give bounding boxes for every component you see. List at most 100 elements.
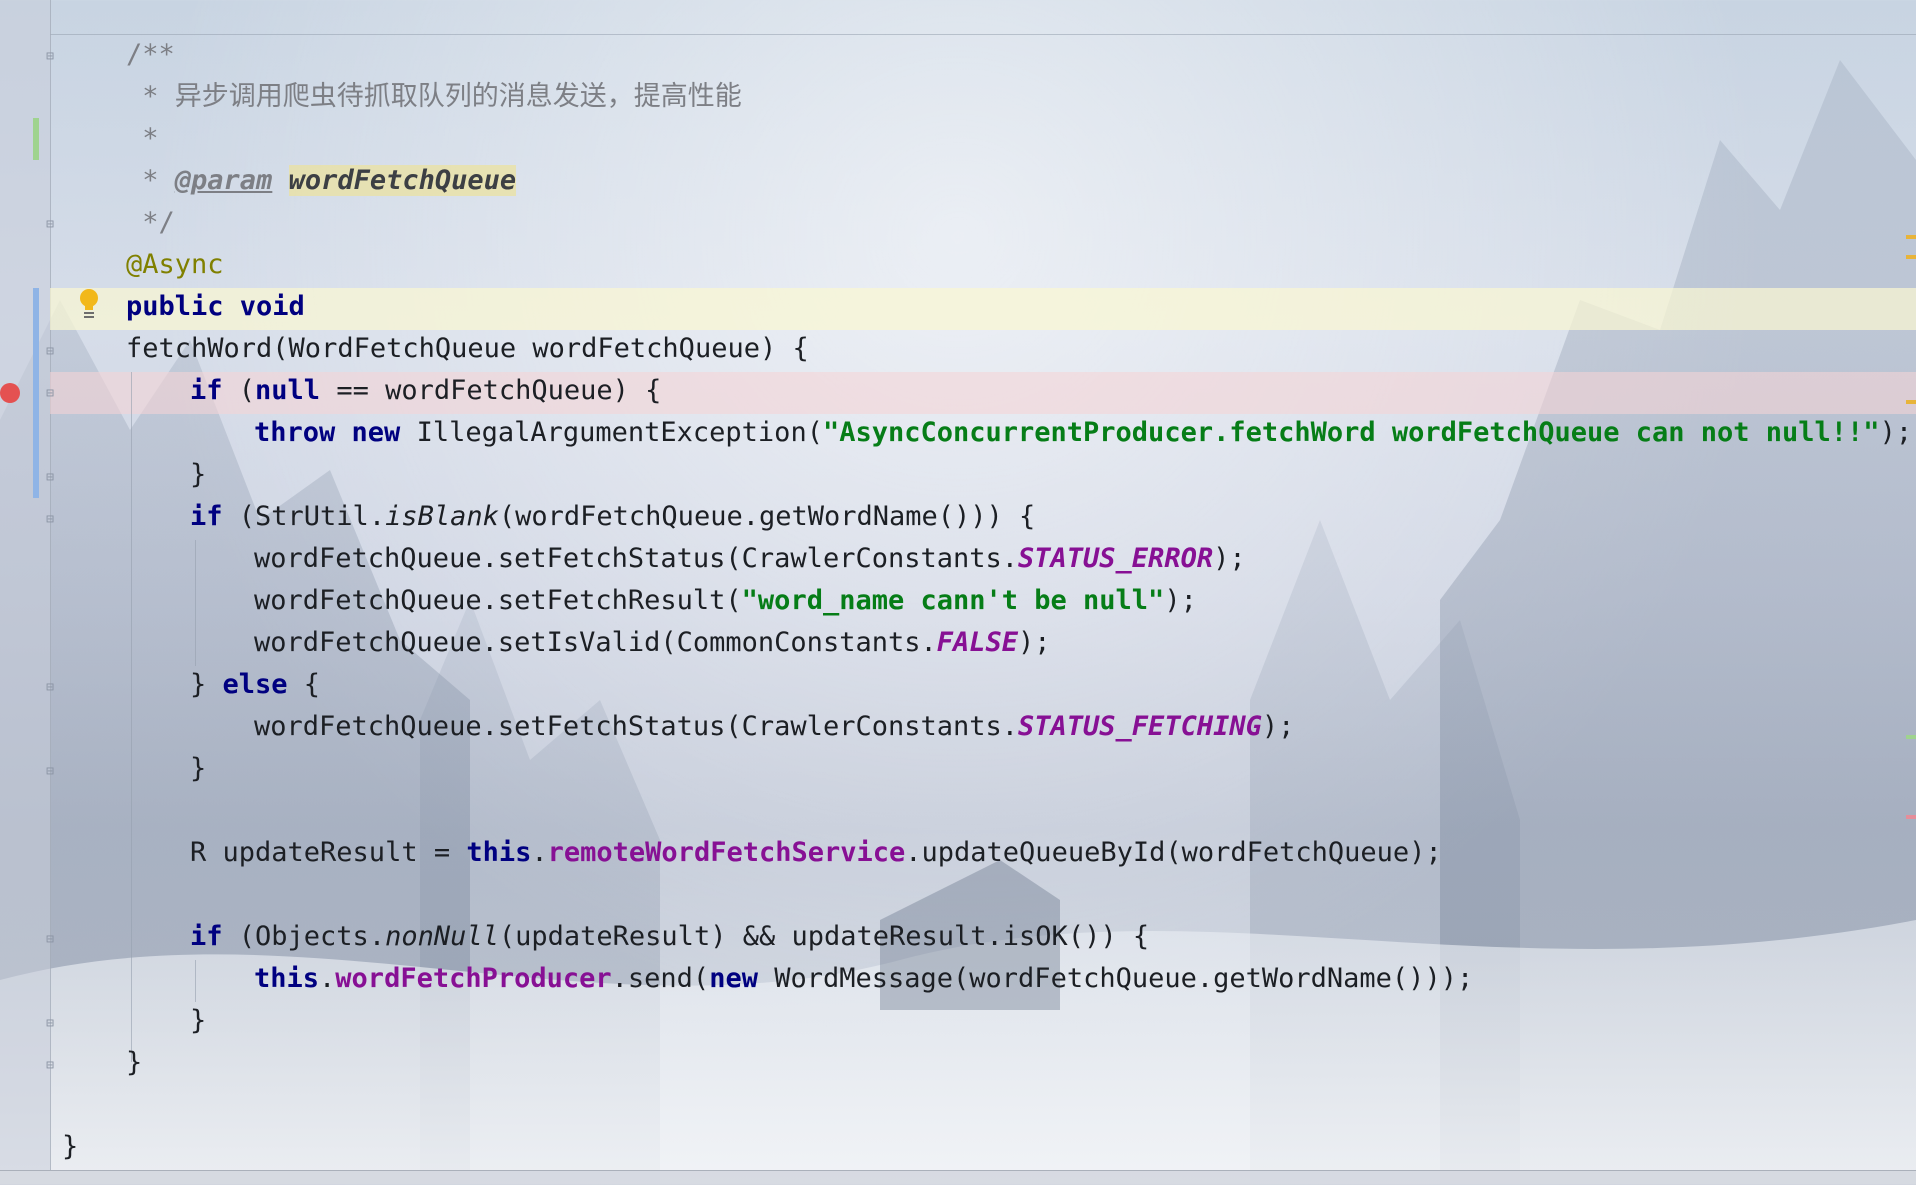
scrollbar-marker[interactable] bbox=[1906, 255, 1916, 259]
code-line[interactable]: this.wordFetchProducer.send(new WordMess… bbox=[254, 958, 1473, 1000]
indent-guide bbox=[195, 540, 196, 666]
code-token: "word_name cann't be null" bbox=[741, 585, 1165, 616]
scrollbar-marker[interactable] bbox=[1906, 735, 1916, 739]
code-token: * 异步调用爬虫待抓取队列的消息发送，提高性能 bbox=[126, 81, 742, 112]
code-token: nonNull bbox=[385, 921, 499, 952]
fold-icon[interactable]: ⊟ bbox=[43, 345, 57, 359]
code-token: . bbox=[319, 963, 336, 994]
code-token: /** bbox=[126, 39, 175, 70]
code-token: ); bbox=[1261, 711, 1295, 742]
code-line[interactable]: R updateResult = this.remoteWordFetchSer… bbox=[190, 832, 1442, 874]
code-editor[interactable]: ⊟ ⊟ ⊟ ⊟ ⊟ ⊟ ⊟ ⊟ ⊟ ⊟ ⊟ /** * 异步调用爬虫待抓取队列的… bbox=[0, 0, 1916, 1185]
code-line[interactable]: if (StrUtil.isBlank(wordFetchQueue.getWo… bbox=[190, 496, 1035, 538]
editor-top-border bbox=[50, 34, 1916, 35]
code-line[interactable]: wordFetchQueue.setIsValid(CommonConstant… bbox=[254, 622, 1051, 664]
code-token: this bbox=[466, 837, 532, 868]
code-token: this bbox=[254, 963, 320, 994]
code-token: if bbox=[190, 921, 223, 952]
code-line[interactable]: */ bbox=[126, 202, 175, 244]
code-line[interactable]: wordFetchQueue.setFetchStatus(CrawlerCon… bbox=[254, 706, 1294, 748]
fold-icon[interactable]: ⊟ bbox=[43, 765, 57, 779]
code-token: wordFetchProducer bbox=[335, 963, 612, 994]
horizontal-scrollbar[interactable] bbox=[0, 1170, 1916, 1185]
fold-icon[interactable]: ⊟ bbox=[43, 681, 57, 695]
code-token: . bbox=[531, 837, 548, 868]
code-token: WordMessage(wordFetchQueue.getWordName()… bbox=[757, 963, 1474, 994]
code-token: if bbox=[190, 501, 223, 532]
code-token: else bbox=[222, 669, 288, 700]
code-token: if bbox=[190, 375, 223, 406]
code-token: } bbox=[126, 1047, 143, 1078]
change-marker[interactable] bbox=[33, 288, 39, 498]
breakpoint-icon[interactable] bbox=[0, 383, 20, 403]
code-line[interactable]: wordFetchQueue.setFetchStatus(CrawlerCon… bbox=[254, 538, 1246, 580]
code-token: new bbox=[709, 963, 758, 994]
scrollbar-marker[interactable] bbox=[1906, 235, 1916, 239]
code-token: } bbox=[62, 1131, 79, 1162]
code-token: wordFetchQueue.setFetchResult( bbox=[254, 585, 742, 616]
code-line[interactable]: } bbox=[190, 454, 206, 496]
code-line[interactable]: * @param wordFetchQueue bbox=[126, 160, 517, 202]
fold-icon[interactable]: ⊟ bbox=[43, 218, 57, 232]
code-token: wordFetchQueue.setFetchStatus(CrawlerCon… bbox=[254, 711, 1019, 742]
code-line[interactable]: wordFetchQueue.setFetchResult("word_name… bbox=[254, 580, 1197, 622]
scrollbar-marker[interactable] bbox=[1906, 815, 1916, 819]
lightbulb-icon[interactable] bbox=[78, 288, 100, 322]
code-token: FALSE bbox=[936, 627, 1019, 658]
code-token: @Async bbox=[126, 249, 224, 280]
code-line[interactable]: } bbox=[190, 748, 206, 790]
code-token: wordFetchQueue bbox=[288, 165, 517, 196]
code-line[interactable]: } bbox=[126, 1042, 142, 1084]
code-token: @param bbox=[174, 165, 273, 196]
code-token: } bbox=[190, 669, 223, 700]
code-line[interactable]: * 异步调用爬虫待抓取队列的消息发送，提高性能 bbox=[126, 76, 742, 118]
fold-icon[interactable]: ⊟ bbox=[43, 1059, 57, 1073]
indent-guide bbox=[195, 960, 196, 1002]
fold-icon[interactable]: ⊟ bbox=[43, 513, 57, 527]
fold-icon[interactable]: ⊟ bbox=[43, 50, 57, 64]
code-line[interactable]: * bbox=[126, 118, 159, 160]
code-token: * bbox=[126, 165, 175, 196]
code-token: R updateResult = bbox=[190, 837, 467, 868]
code-line[interactable]: } else { bbox=[190, 664, 320, 706]
code-token: ); bbox=[1164, 585, 1197, 616]
code-token: wordFetchQueue.setIsValid(CommonConstant… bbox=[254, 627, 937, 658]
indent-guide bbox=[131, 372, 132, 1062]
code-token: * bbox=[126, 123, 159, 154]
scrollbar-marker[interactable] bbox=[1906, 400, 1916, 404]
fold-icon[interactable]: ⊟ bbox=[43, 387, 57, 401]
code-token: ( bbox=[222, 375, 256, 406]
code-token: } bbox=[190, 753, 207, 784]
line-gutter[interactable] bbox=[0, 0, 51, 1170]
code-token: throw new bbox=[254, 417, 401, 448]
code-token: fetchWord(WordFetchQueue wordFetchQueue)… bbox=[126, 333, 809, 364]
code-line[interactable]: throw new IllegalArgumentException("Asyn… bbox=[254, 412, 1912, 454]
code-token: */ bbox=[126, 207, 175, 238]
code-line[interactable]: /** bbox=[126, 34, 175, 76]
change-marker[interactable] bbox=[33, 118, 39, 160]
code-token: } bbox=[190, 459, 207, 490]
code-line[interactable]: @Async bbox=[126, 244, 224, 286]
code-line[interactable]: public void bbox=[126, 286, 305, 328]
fold-icon[interactable]: ⊟ bbox=[43, 933, 57, 947]
code-line[interactable]: if (Objects.nonNull(updateResult) && upd… bbox=[190, 916, 1149, 958]
fold-icon[interactable]: ⊟ bbox=[43, 1017, 57, 1031]
code-token: IllegalArgumentException( bbox=[400, 417, 823, 448]
code-token: remoteWordFetchService bbox=[547, 837, 906, 868]
code-line[interactable]: } bbox=[62, 1126, 78, 1168]
code-token: null bbox=[255, 375, 321, 406]
code-line[interactable]: if (null == wordFetchQueue) { bbox=[190, 370, 661, 412]
code-token: ); bbox=[1213, 543, 1246, 574]
code-token: == wordFetchQueue) { bbox=[320, 375, 662, 406]
code-token: } bbox=[190, 1005, 207, 1036]
code-token: .send( bbox=[611, 963, 710, 994]
code-token: (wordFetchQueue.getWordName())) { bbox=[498, 501, 1036, 532]
code-token: public void bbox=[126, 291, 305, 322]
code-token: ); bbox=[1018, 627, 1051, 658]
fold-icon[interactable]: ⊟ bbox=[43, 471, 57, 485]
code-line[interactable]: } bbox=[190, 1000, 206, 1042]
code-token: "AsyncConcurrentProducer.fetchWord wordF… bbox=[822, 417, 1880, 448]
code-line[interactable]: fetchWord(WordFetchQueue wordFetchQueue)… bbox=[126, 328, 809, 370]
code-token: { bbox=[287, 669, 321, 700]
